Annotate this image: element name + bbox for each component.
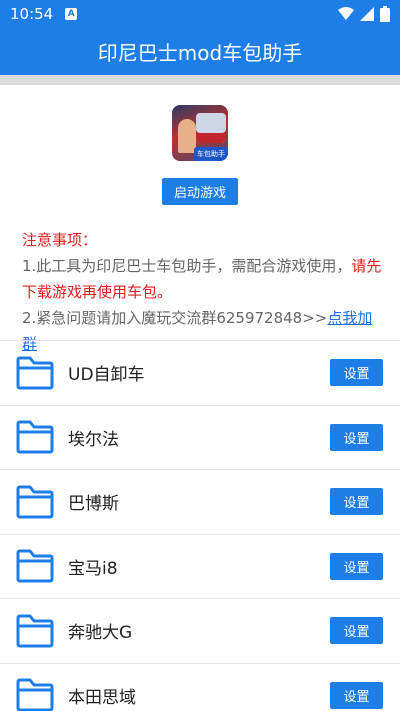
notes-line-2-text: 2.紧急问题请加入魔玩交流群625972848>> [22, 309, 328, 327]
folder-icon [16, 678, 54, 711]
settings-button[interactable]: 设置 [330, 552, 383, 580]
list-item-name: 奔驰大G [68, 623, 133, 644]
list-item-name: UD自卸车 [68, 365, 145, 386]
settings-button[interactable]: 设置 [330, 423, 383, 451]
settings-button[interactable]: 设置 [330, 488, 383, 516]
app-logo-icon: 车包助手 [172, 105, 228, 161]
folder-icon [16, 420, 54, 454]
list-item-name: 巴博斯 [68, 494, 119, 515]
settings-button[interactable]: 设置 [330, 617, 383, 645]
status-bar: 10:54 A [0, 0, 400, 28]
settings-button[interactable]: 设置 [330, 681, 383, 709]
app-bar: 印尼巴士mod车包助手 [0, 28, 400, 75]
notes-title: 注意事项： [22, 231, 98, 249]
app-title: 印尼巴士mod车包助手 [97, 41, 303, 65]
list-item[interactable]: 埃尔法 设置 [0, 406, 400, 470]
notes-line-1-text: 1.此工具为印尼巴士车包助手，需配合游戏使用， [22, 257, 352, 275]
list-item-name: 宝马i8 [68, 558, 118, 579]
bus-image [196, 113, 226, 143]
header-block: 车包助手 启动游戏 注意事项： 1.此工具为印尼巴士车包助手，需配合游戏使用，请… [0, 85, 400, 353]
notes-section: 注意事项： 1.此工具为印尼巴士车包助手，需配合游戏使用，请先下载游戏再使用车包… [22, 227, 384, 357]
app-logo-badge: 车包助手 [194, 147, 228, 161]
list-item-name: 埃尔法 [68, 429, 119, 450]
status-time: 10:54 [10, 5, 54, 23]
list-item[interactable]: 宝马i8 设置 [0, 535, 400, 599]
folder-icon [16, 549, 54, 583]
list-item[interactable]: 巴博斯 设置 [0, 470, 400, 535]
notification-icon: A [65, 8, 78, 20]
list-item[interactable]: UD自卸车 设置 [0, 341, 400, 406]
notes-line-1: 1.此工具为印尼巴士车包助手，需配合游戏使用，请先下载游戏再使用车包。 [22, 253, 384, 305]
list-item-name: 本田思域 [68, 687, 136, 708]
list-item[interactable]: 奔驰大G 设置 [0, 599, 400, 664]
status-icons [338, 6, 390, 22]
vehicle-list: UD自卸车 设置 埃尔法 设置 巴博斯 设置 宝马i8 设置 奔驰大G 设置 本… [0, 340, 400, 711]
signal-icon [360, 7, 374, 21]
wifi-icon [338, 7, 354, 20]
battery-icon [380, 6, 390, 22]
folder-icon [16, 614, 54, 648]
list-item[interactable]: 本田思域 设置 [0, 664, 400, 711]
launch-game-button[interactable]: 启动游戏 [162, 178, 238, 205]
divider-band [0, 75, 400, 85]
folder-icon [16, 485, 54, 519]
folder-icon [16, 356, 54, 390]
settings-button[interactable]: 设置 [330, 359, 383, 387]
